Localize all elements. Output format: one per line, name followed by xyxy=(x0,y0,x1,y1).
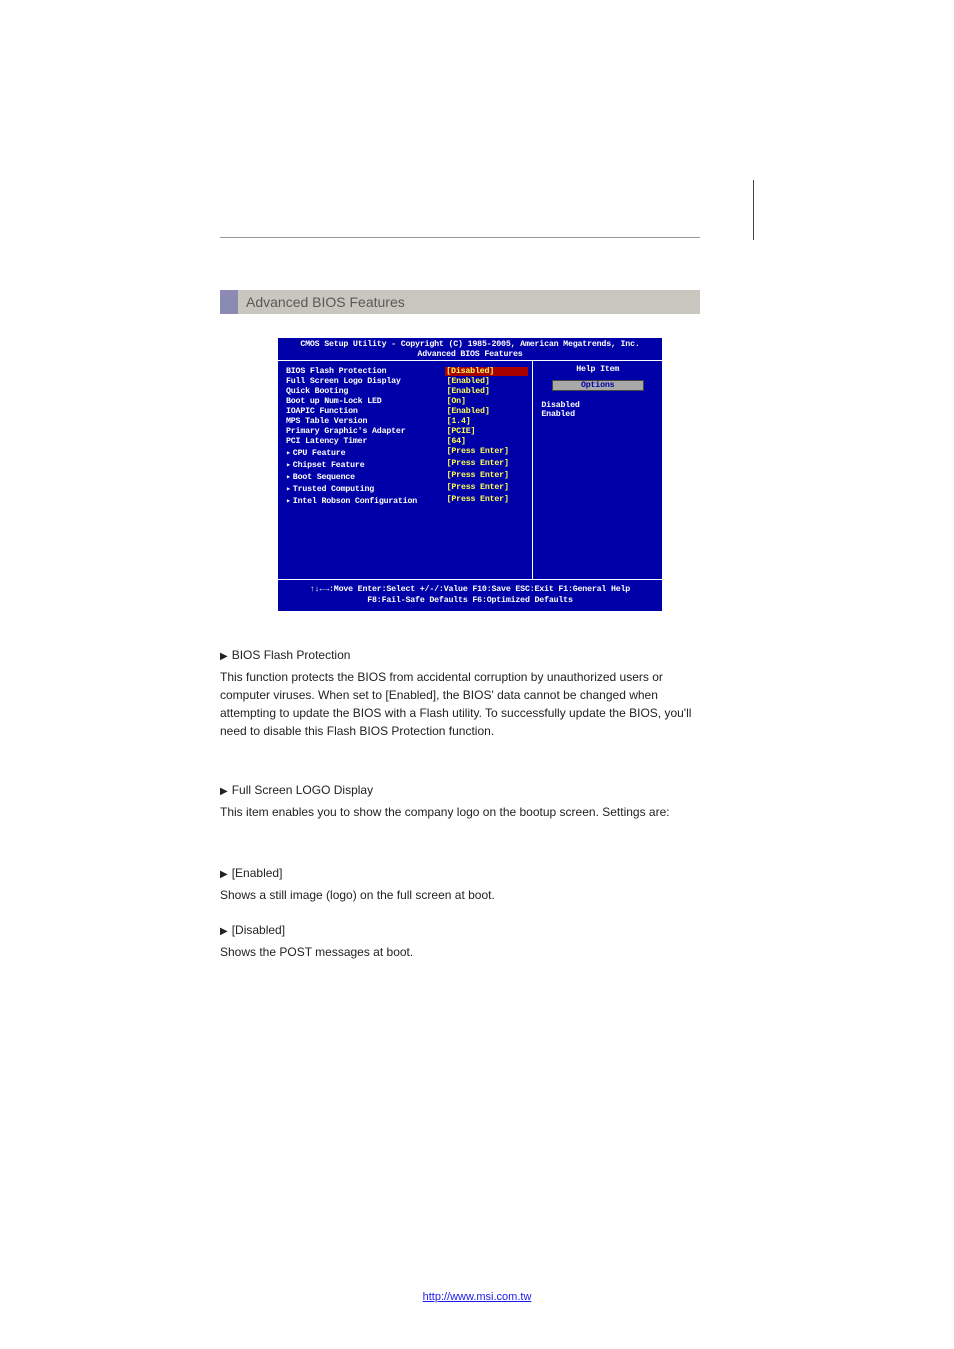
bios-left-panel: BIOS Flash Protection[Disabled] Full Scr… xyxy=(278,361,533,579)
feature-head: ▶[Disabled] xyxy=(220,921,710,939)
triangle-icon: ▶ xyxy=(220,926,228,937)
bios-value: [PCIE] xyxy=(447,427,529,436)
bios-label: Full Screen Logo Display xyxy=(286,377,447,386)
footer-link: http://www.msi.com.tw xyxy=(0,1287,954,1305)
accent-block xyxy=(220,290,238,314)
bios-header-line1: CMOS Setup Utility - Copyright (C) 1985-… xyxy=(278,340,662,350)
feature-body: Shows the POST messages at boot. xyxy=(220,943,710,961)
bios-value: [Press Enter] xyxy=(447,447,529,458)
bios-value: [On] xyxy=(447,397,529,406)
bios-label: Primary Graphic's Adapter xyxy=(286,427,447,436)
bios-label: PCI Latency Timer xyxy=(286,437,447,446)
bios-label: BIOS Flash Protection xyxy=(286,367,445,376)
feature-body: This item enables you to show the compan… xyxy=(220,803,710,821)
triangle-icon: ▶ xyxy=(220,651,228,662)
bios-header: CMOS Setup Utility - Copyright (C) 1985-… xyxy=(278,338,662,361)
feature-head: ▶[Enabled] xyxy=(220,864,710,882)
triangle-icon: ▶ xyxy=(220,869,228,880)
feature-body: Shows a still image (logo) on the full s… xyxy=(220,886,710,904)
feature-head: ▶BIOS Flash Protection xyxy=(220,646,710,664)
bios-label: ▸CPU Feature xyxy=(286,447,447,458)
help-option: Disabled xyxy=(541,401,654,410)
bios-value: [Enabled] xyxy=(447,387,529,396)
bios-screenshot: CMOS Setup Utility - Copyright (C) 1985-… xyxy=(278,338,662,611)
vertical-rule xyxy=(753,180,754,240)
bios-footer-line2: F8:Fail-Safe Defaults F6:Optimized Defau… xyxy=(278,595,662,606)
feature-section: ▶[Disabled] Shows the POST messages at b… xyxy=(220,921,710,961)
bios-body: BIOS Flash Protection[Disabled] Full Scr… xyxy=(278,361,662,579)
bios-header-line2: Advanced BIOS Features xyxy=(278,350,662,360)
help-title: Help Item xyxy=(541,365,654,374)
help-options-box: Options xyxy=(552,380,644,391)
bios-label: Quick Booting xyxy=(286,387,447,396)
bios-value: [Press Enter] xyxy=(447,471,529,482)
footer-link-text[interactable]: http://www.msi.com.tw xyxy=(423,1291,532,1303)
bios-value: [1.4] xyxy=(447,417,529,426)
feature-body: This function protects the BIOS from acc… xyxy=(220,668,710,740)
bios-label: ▸Trusted Computing xyxy=(286,483,447,494)
bios-label: ▸Chipset Feature xyxy=(286,459,447,470)
bios-value: [Press Enter] xyxy=(447,459,529,470)
horizontal-rule xyxy=(220,237,700,238)
bios-label: MPS Table Version xyxy=(286,417,447,426)
section-title-bar: Advanced BIOS Features xyxy=(220,290,700,314)
feature-section: ▶Full Screen LOGO Display This item enab… xyxy=(220,781,710,821)
bios-value: [Enabled] xyxy=(447,377,529,386)
bios-value: [64] xyxy=(447,437,529,446)
feature-section: ▶BIOS Flash Protection This function pro… xyxy=(220,646,710,740)
bios-value: [Press Enter] xyxy=(447,483,529,494)
triangle-icon: ▶ xyxy=(220,786,228,797)
bios-value: [Enabled] xyxy=(447,407,529,416)
bios-value: [Disabled] xyxy=(445,367,528,376)
bios-label: IOAPIC Function xyxy=(286,407,447,416)
section-title: Advanced BIOS Features xyxy=(246,294,405,310)
bios-label: ▸Intel Robson Configuration xyxy=(286,495,447,506)
bios-footer: ↑↓←→:Move Enter:Select +/-/:Value F10:Sa… xyxy=(278,579,662,611)
feature-head: ▶Full Screen LOGO Display xyxy=(220,781,710,799)
bios-value: [Press Enter] xyxy=(447,495,529,506)
bios-help-panel: Help Item Options Disabled Enabled xyxy=(533,361,662,579)
bios-footer-line1: ↑↓←→:Move Enter:Select +/-/:Value F10:Sa… xyxy=(278,584,662,595)
bios-label: ▸Boot Sequence xyxy=(286,471,447,482)
help-option: Enabled xyxy=(541,410,654,419)
bios-label: Boot up Num-Lock LED xyxy=(286,397,447,406)
feature-section: ▶[Enabled] Shows a still image (logo) on… xyxy=(220,864,710,904)
